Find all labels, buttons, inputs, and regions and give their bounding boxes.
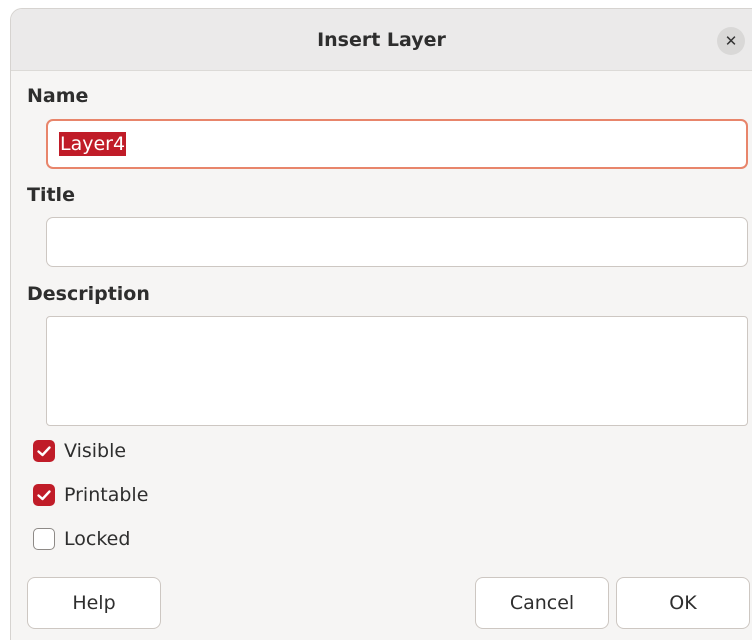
visible-checkbox[interactable] (33, 440, 55, 462)
printable-label: Printable (64, 484, 149, 506)
locked-label: Locked (64, 528, 131, 550)
title-label: Title (27, 184, 75, 206)
locked-checkbox[interactable] (33, 528, 55, 550)
dialog-title: Insert Layer (317, 29, 446, 51)
name-input-value: Layer4 (59, 132, 127, 156)
visible-label: Visible (64, 440, 127, 462)
description-textarea[interactable] (46, 316, 748, 426)
title-bar: Insert Layer ✕ (11, 9, 752, 71)
close-icon: ✕ (724, 32, 738, 50)
printable-checkbox[interactable] (33, 484, 55, 506)
cancel-button[interactable]: Cancel (475, 577, 609, 629)
insert-layer-dialog: Insert Layer ✕ Name Layer4 Title Descrip… (10, 8, 752, 640)
checkmark-icon (37, 490, 51, 501)
ok-button[interactable]: OK (616, 577, 750, 629)
checkmark-icon (37, 446, 51, 457)
name-label: Name (27, 85, 89, 107)
help-button[interactable]: Help (27, 577, 161, 629)
name-input[interactable]: Layer4 (46, 119, 748, 169)
title-input[interactable] (46, 217, 748, 267)
description-label: Description (27, 283, 150, 305)
close-button[interactable]: ✕ (717, 27, 745, 55)
